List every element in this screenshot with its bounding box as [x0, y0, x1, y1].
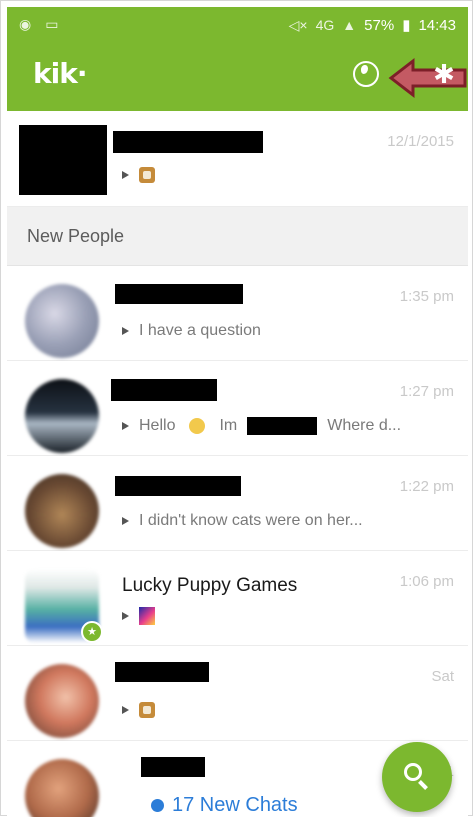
- avatar: [25, 284, 99, 358]
- gear-icon[interactable]: ✱: [427, 57, 461, 91]
- message-icon: ▭: [45, 16, 59, 32]
- chat-time: 1:35 pm: [399, 288, 454, 305]
- chat-preview: [122, 167, 155, 183]
- chat-list: 12/1/2015 New People 1:35 pm I have a qu…: [7, 111, 468, 817]
- chat-row[interactable]: Sat: [7, 646, 468, 741]
- verified-badge-icon: ★: [81, 621, 103, 643]
- play-icon: [122, 422, 129, 430]
- avatar: [25, 474, 99, 548]
- preview-text-start: Hello: [139, 417, 176, 434]
- preview-text-mid: Im: [219, 417, 238, 434]
- game-app-icon: [139, 607, 155, 625]
- new-chats-label: 17 New Chats: [172, 794, 298, 816]
- play-icon: [122, 612, 129, 620]
- media-icon: [139, 167, 155, 183]
- chat-preview: I didn't know cats were on her...: [122, 512, 363, 530]
- mute-icon: ◁×: [288, 16, 308, 33]
- redacted-text: [247, 417, 318, 435]
- preview-text-end: Where d...: [327, 417, 402, 434]
- redacted-name: [141, 757, 205, 777]
- play-icon: [122, 517, 129, 525]
- clock: 14:43: [418, 16, 456, 34]
- media-icon: [139, 702, 155, 718]
- battery-level: 57%: [364, 16, 395, 34]
- preview-text: I didn't know cats were on her...: [139, 512, 363, 529]
- play-icon: [122, 327, 129, 335]
- chat-row[interactable]: 1:35 pm I have a question: [7, 266, 468, 361]
- chat-preview: [122, 702, 155, 718]
- chat-name: Lucky Puppy Games: [122, 575, 298, 596]
- chat-time: Sat: [431, 668, 454, 685]
- battery-icon: ▮: [402, 17, 411, 34]
- kik-logo: kik·: [33, 57, 87, 90]
- section-new-people: New People: [7, 207, 468, 266]
- chat-preview: I have a question: [122, 322, 261, 340]
- unread-dot-icon: [151, 799, 164, 812]
- chat-time: 1:06 pm: [399, 573, 454, 590]
- preview-text: I have a question: [139, 322, 261, 339]
- globe-icon[interactable]: [353, 61, 379, 87]
- chat-row[interactable]: 1:22 pm I didn't know cats were on her..…: [7, 456, 468, 551]
- redacted-name: [113, 131, 263, 153]
- chat-row[interactable]: ★ Lucky Puppy Games 1:06 pm: [7, 551, 468, 646]
- app-bar: kik· ✱: [7, 43, 468, 111]
- status-bar: ◉ ▭ ◁× 4G ▲ 57% ▮ 14:43: [7, 7, 468, 43]
- avatar: [25, 759, 99, 817]
- redacted-name: [111, 379, 217, 401]
- signal-icon: ▲: [342, 17, 357, 33]
- redacted-avatar: [19, 125, 107, 195]
- play-icon: [122, 706, 129, 714]
- redacted-name: [115, 662, 209, 682]
- chat-time: 1:22 pm: [399, 478, 454, 495]
- search-button[interactable]: [382, 742, 452, 812]
- avatar: [25, 664, 99, 738]
- avatar: [25, 379, 99, 453]
- redacted-name: [115, 476, 241, 496]
- network-type: 4G: [315, 17, 335, 33]
- smile-emoji-icon: [189, 418, 206, 434]
- chat-time: 1:27 pm: [399, 383, 454, 400]
- whatsapp-icon: ◉: [19, 16, 32, 32]
- chat-row[interactable]: 1:27 pm Hello Im Where d...: [7, 361, 468, 456]
- redacted-name: [115, 284, 243, 304]
- chat-row[interactable]: 12/1/2015: [7, 111, 468, 207]
- search-icon: [404, 763, 422, 781]
- play-icon: [122, 171, 129, 179]
- new-chats-banner[interactable]: 17 New Chats: [151, 794, 298, 817]
- chat-preview: Hello Im Where d...: [122, 417, 401, 435]
- chat-preview: [122, 607, 155, 625]
- chat-time: 12/1/2015: [387, 133, 454, 150]
